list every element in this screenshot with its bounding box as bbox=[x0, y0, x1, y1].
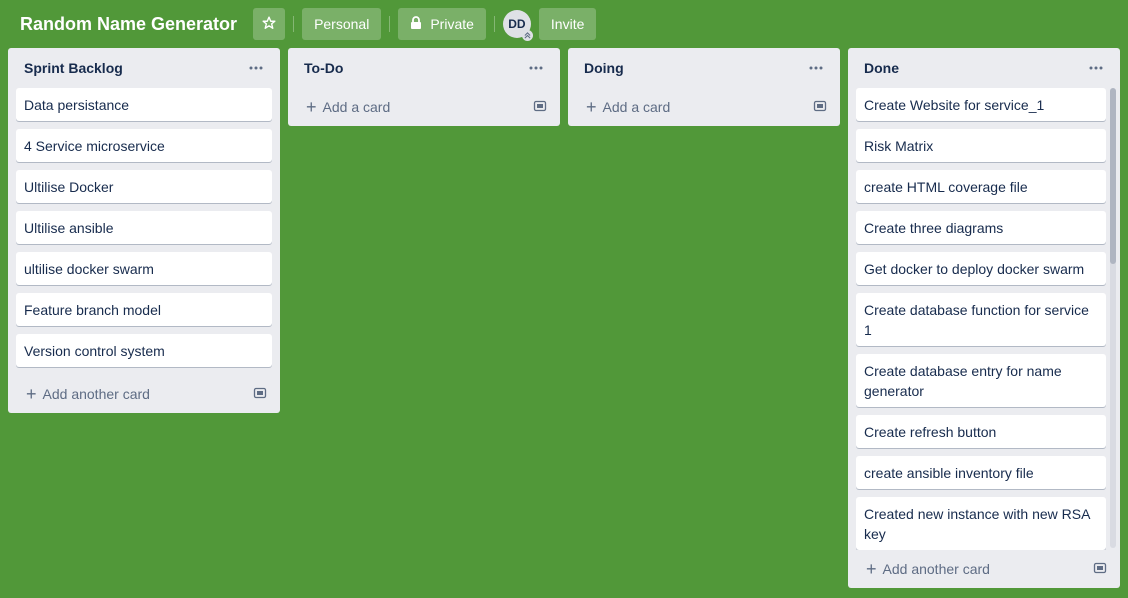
card[interactable]: create HTML coverage file bbox=[856, 170, 1106, 203]
avatar-initials: DD bbox=[508, 17, 526, 31]
card[interactable]: Version control system bbox=[16, 334, 272, 367]
plus-icon: + bbox=[586, 97, 597, 117]
list-title[interactable]: Doing bbox=[584, 60, 624, 76]
card[interactable]: Data persistance bbox=[16, 88, 272, 121]
plus-icon: + bbox=[306, 97, 317, 117]
list-header: Sprint Backlog bbox=[8, 48, 280, 88]
card-list: Create Website for service_1 Risk Matrix… bbox=[848, 88, 1120, 550]
personal-label: Personal bbox=[314, 16, 370, 32]
visibility-label: Private bbox=[430, 16, 474, 32]
add-card-label: Add another card bbox=[882, 561, 990, 577]
list-to-do: To-Do + Add a card bbox=[288, 48, 560, 126]
list-menu-icon[interactable] bbox=[1084, 56, 1108, 80]
scrollbar-thumb[interactable] bbox=[1110, 88, 1116, 264]
header-divider bbox=[293, 16, 295, 32]
header-divider bbox=[389, 16, 391, 32]
card[interactable]: Feature branch model bbox=[16, 293, 272, 326]
list-header: To-Do bbox=[288, 48, 560, 88]
scrollbar[interactable] bbox=[1110, 88, 1116, 548]
card-list: Data persistance 4 Service microservice … bbox=[8, 88, 280, 367]
card[interactable]: Get docker to deploy docker swarm bbox=[856, 252, 1106, 285]
add-card-button[interactable]: + Add another card bbox=[26, 385, 150, 403]
lock-icon bbox=[410, 15, 422, 33]
list-menu-icon[interactable] bbox=[244, 56, 268, 80]
list-menu-icon[interactable] bbox=[804, 56, 828, 80]
list-header: Done bbox=[848, 48, 1120, 88]
card[interactable]: Create database entry for name generator bbox=[856, 354, 1106, 407]
list-done: Done Create Website for service_1 Risk M… bbox=[848, 48, 1120, 588]
member-avatar[interactable]: DD bbox=[502, 10, 533, 41]
visibility-button[interactable]: Private bbox=[398, 8, 486, 40]
list-sprint-backlog: Sprint Backlog Data persistance 4 Servic… bbox=[8, 48, 280, 413]
star-icon bbox=[262, 15, 276, 33]
header-divider bbox=[493, 16, 495, 32]
list-header: Doing bbox=[568, 48, 840, 88]
template-icon[interactable] bbox=[812, 98, 828, 117]
admin-chevron-icon bbox=[521, 30, 533, 41]
template-icon[interactable] bbox=[532, 98, 548, 117]
add-card-button[interactable]: + Add another card bbox=[866, 560, 990, 578]
list-title[interactable]: To-Do bbox=[304, 60, 343, 76]
board-header: Random Name Generator Personal Private D… bbox=[0, 0, 1128, 48]
star-button[interactable] bbox=[253, 8, 286, 40]
list-footer: + Add a card bbox=[568, 88, 840, 126]
list-footer: + Add another card bbox=[848, 550, 1120, 588]
card[interactable]: Create refresh button bbox=[856, 415, 1106, 448]
add-card-button[interactable]: + Add a card bbox=[586, 98, 670, 116]
card[interactable]: create ansible inventory file bbox=[856, 456, 1106, 489]
card[interactable]: ultilise docker swarm bbox=[16, 252, 272, 285]
card[interactable]: Create Website for service_1 bbox=[856, 88, 1106, 121]
card[interactable]: Create database function for service 1 bbox=[856, 293, 1106, 346]
plus-icon: + bbox=[866, 559, 877, 579]
list-title[interactable]: Done bbox=[864, 60, 899, 76]
card[interactable]: Created new instance with new RSA key bbox=[856, 497, 1106, 550]
card[interactable]: 4 Service microservice bbox=[16, 129, 272, 162]
template-icon[interactable] bbox=[1092, 560, 1108, 579]
template-icon[interactable] bbox=[252, 385, 268, 404]
add-card-label: Add a card bbox=[322, 99, 391, 115]
list-menu-icon[interactable] bbox=[524, 56, 548, 80]
personal-button[interactable]: Personal bbox=[302, 8, 382, 40]
add-card-label: Add another card bbox=[42, 386, 150, 402]
list-footer: + Add a card bbox=[288, 88, 560, 126]
list-doing: Doing + Add a card bbox=[568, 48, 840, 126]
add-card-label: Add a card bbox=[602, 99, 671, 115]
card[interactable]: Create three diagrams bbox=[856, 211, 1106, 244]
invite-label: Invite bbox=[550, 16, 585, 32]
card[interactable]: Ultilise Docker bbox=[16, 170, 272, 203]
add-card-button[interactable]: + Add a card bbox=[306, 98, 390, 116]
invite-button[interactable]: Invite bbox=[538, 8, 597, 40]
plus-icon: + bbox=[26, 384, 37, 404]
list-footer: + Add another card bbox=[8, 375, 280, 413]
card[interactable]: Ultilise ansible bbox=[16, 211, 272, 244]
board-title[interactable]: Random Name Generator bbox=[20, 14, 237, 35]
card[interactable]: Risk Matrix bbox=[856, 129, 1106, 162]
list-title[interactable]: Sprint Backlog bbox=[24, 60, 123, 76]
